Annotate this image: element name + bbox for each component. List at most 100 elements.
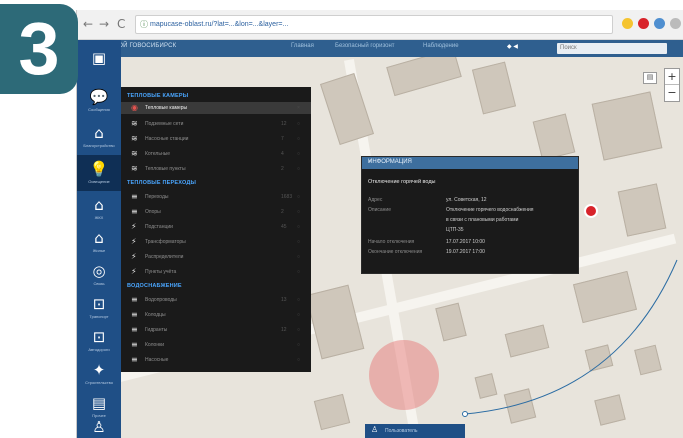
layer-icon: ◉ xyxy=(131,103,138,112)
field-value: в связи с плановыми работами xyxy=(446,217,519,223)
layer-row[interactable]: ≋ Тепловые пункты 2 ○ xyxy=(121,163,311,175)
layer-row[interactable]: ≡ Насосные ○ xyxy=(121,354,311,366)
toggle-icon[interactable]: ○ xyxy=(297,166,300,172)
close-icon[interactable]: × xyxy=(368,159,575,165)
toggle-icon[interactable]: ○ xyxy=(297,357,300,363)
house-icon: ⌂ xyxy=(94,196,104,214)
user-name: Пользователь xyxy=(385,428,418,434)
toggle-icon[interactable]: ○ xyxy=(297,342,300,348)
signal-icon: ◎ xyxy=(92,262,106,280)
layer-row[interactable]: ≋ Подземные сети 12 ○ xyxy=(121,118,311,130)
field-value: 17.07.2017 10:00 xyxy=(446,239,485,245)
field-value: 19.07.2017 17:00 xyxy=(446,249,485,255)
sidebar-item-communications[interactable]: ◎ Связь xyxy=(77,257,121,293)
toggle-icon[interactable]: ○ xyxy=(297,239,300,245)
sidebar-item-people[interactable]: ♙ xyxy=(77,415,121,438)
map-logo-icon: ▣ xyxy=(91,48,107,67)
layer-row[interactable]: ≡ Переходы 1683 ○ xyxy=(121,191,311,203)
field-label: Описание xyxy=(368,207,392,213)
sidebar-item-improvement[interactable]: ⌂ Благоустройство xyxy=(77,119,121,155)
layers-panel: ТЕПЛОВЫЕ КАМЕРЫ ◉ Тепловые камеры × ≋ По… xyxy=(121,87,311,372)
layer-icon: ⚡ xyxy=(131,222,137,231)
layer-icon: ≡ xyxy=(131,207,138,216)
step-number: 3 xyxy=(18,7,60,90)
layer-icon: ≡ xyxy=(131,192,138,201)
layers-icon[interactable]: ▤ xyxy=(643,72,657,84)
toggle-icon[interactable]: ○ xyxy=(297,254,300,260)
sidebar-item-home[interactable]: ▣ xyxy=(77,40,121,76)
sidebar-item-messages[interactable]: 💬 Сообщения xyxy=(77,83,121,119)
layer-icon: ≋ xyxy=(131,119,138,128)
layer-row[interactable]: ⚡ Распределители ○ xyxy=(121,251,311,263)
field-label: Окончание отключения xyxy=(368,249,423,255)
layer-icon: ≋ xyxy=(131,134,138,143)
zoom-in-button[interactable]: + xyxy=(665,69,679,85)
sidebar-item-transport[interactable]: ⊡ Транспорт xyxy=(77,290,121,326)
toggle-icon[interactable]: ○ xyxy=(297,224,300,230)
warning-marker-icon[interactable] xyxy=(584,204,598,218)
chat-icon: 💬 xyxy=(89,88,109,106)
layer-row[interactable]: ◉ Тепловые камеры × xyxy=(121,102,311,114)
crane-icon: ✦ xyxy=(92,361,106,379)
user-icon: ♙ xyxy=(371,425,379,434)
layer-row[interactable]: ≡ Опоры 2 ○ xyxy=(121,206,311,218)
layer-row[interactable]: ⚡ Трансформаторы ○ xyxy=(121,236,311,248)
layer-row[interactable]: ≡ Колонки ○ xyxy=(121,339,311,351)
popup-header: ИНФОРМАЦИЯ × xyxy=(362,157,578,169)
zoom-out-button[interactable]: − xyxy=(665,85,679,101)
sidebar-item-construction[interactable]: ✦ Строительство xyxy=(77,356,121,392)
group-title: ТЕПЛОВЫЕ КАМЕРЫ xyxy=(127,93,189,99)
car-icon: ⊡ xyxy=(92,328,106,346)
zoom-control: + − xyxy=(664,68,680,102)
layer-row[interactable]: ≋ Насосные станции 7 ○ xyxy=(121,133,311,145)
browser-window: ← → C ⓘ mapucase-oblast.ru/?lat=...&lon=… xyxy=(76,10,683,438)
sidebar-item-lighting[interactable]: 💡 Освещение xyxy=(77,155,121,191)
close-icon[interactable]: × xyxy=(297,105,300,111)
toggle-icon[interactable]: ○ xyxy=(297,136,300,142)
toggle-icon[interactable]: ○ xyxy=(297,269,300,275)
bulb-icon: 💡 xyxy=(89,160,109,178)
layer-row[interactable]: ≡ Водопроводы 13 ○ xyxy=(121,294,311,306)
toggle-icon[interactable]: ○ xyxy=(297,327,300,333)
field-value: Отключение горячего водоснабжения xyxy=(446,207,534,213)
field-value: ул. Советская, 12 xyxy=(446,197,487,203)
layer-icon: ⚡ xyxy=(131,252,137,261)
toggle-icon[interactable]: ○ xyxy=(297,209,300,215)
sidebar-item-housing[interactable]: ⌂ Жилье xyxy=(77,224,121,260)
layer-row[interactable]: ≋ Котельные 4 ○ xyxy=(121,148,311,160)
user-bar[interactable]: ♙ Пользователь xyxy=(365,424,465,438)
field-label: Начало отключения xyxy=(368,239,415,245)
info-popup: ИНФОРМАЦИЯ × Отключение горячей воды Адр… xyxy=(361,156,579,274)
field-label: Адрес xyxy=(368,197,383,203)
toggle-icon[interactable]: ○ xyxy=(297,194,300,200)
group-title: ВОДОСНАБЖЕНИЕ xyxy=(127,283,182,289)
layer-icon: ≋ xyxy=(131,149,138,158)
layer-icon: ≡ xyxy=(131,340,138,349)
layer-icon: ≡ xyxy=(131,325,138,334)
layer-icon: ≡ xyxy=(131,355,138,364)
toggle-icon[interactable]: ○ xyxy=(297,312,300,318)
layer-icon: ≡ xyxy=(131,310,138,319)
toggle-icon[interactable]: ○ xyxy=(297,297,300,303)
step-number-badge: 3 xyxy=(0,4,78,94)
layer-icon: ≡ xyxy=(131,295,138,304)
layer-row[interactable]: ⚡ Пункты учёта ○ xyxy=(121,266,311,278)
layer-icon: ⚡ xyxy=(131,237,137,246)
building-icon: ⌂ xyxy=(94,124,104,142)
icon-sidebar: ▣ 💬 Сообщения ⌂ Благоустройство 💡 Освеще… xyxy=(77,40,121,438)
sidebar-item-utilities[interactable]: ⌂ ЖКХ xyxy=(77,191,121,227)
sidebar-item-roads[interactable]: ⊡ Автодороги xyxy=(77,323,121,359)
list-icon: ▤ xyxy=(91,394,107,412)
layer-row[interactable]: ≡ Колодцы ○ xyxy=(121,309,311,321)
layer-row[interactable]: ≡ Гидранты 12 ○ xyxy=(121,324,311,336)
group-title: ТЕПЛОВЫЕ ПЕРЕХОДЫ xyxy=(127,180,197,186)
person-icon: ♙ xyxy=(92,417,106,436)
layer-icon: ≋ xyxy=(131,164,138,173)
toggle-icon[interactable]: ○ xyxy=(297,151,300,157)
home-icon: ⌂ xyxy=(94,229,104,247)
bus-icon: ⊡ xyxy=(92,295,106,313)
event-title: Отключение горячей воды xyxy=(368,179,436,185)
layer-row[interactable]: ⚡ Подстанции 45 ○ xyxy=(121,221,311,233)
field-value: ЦТП-35 xyxy=(446,227,464,233)
toggle-icon[interactable]: ○ xyxy=(297,121,300,127)
